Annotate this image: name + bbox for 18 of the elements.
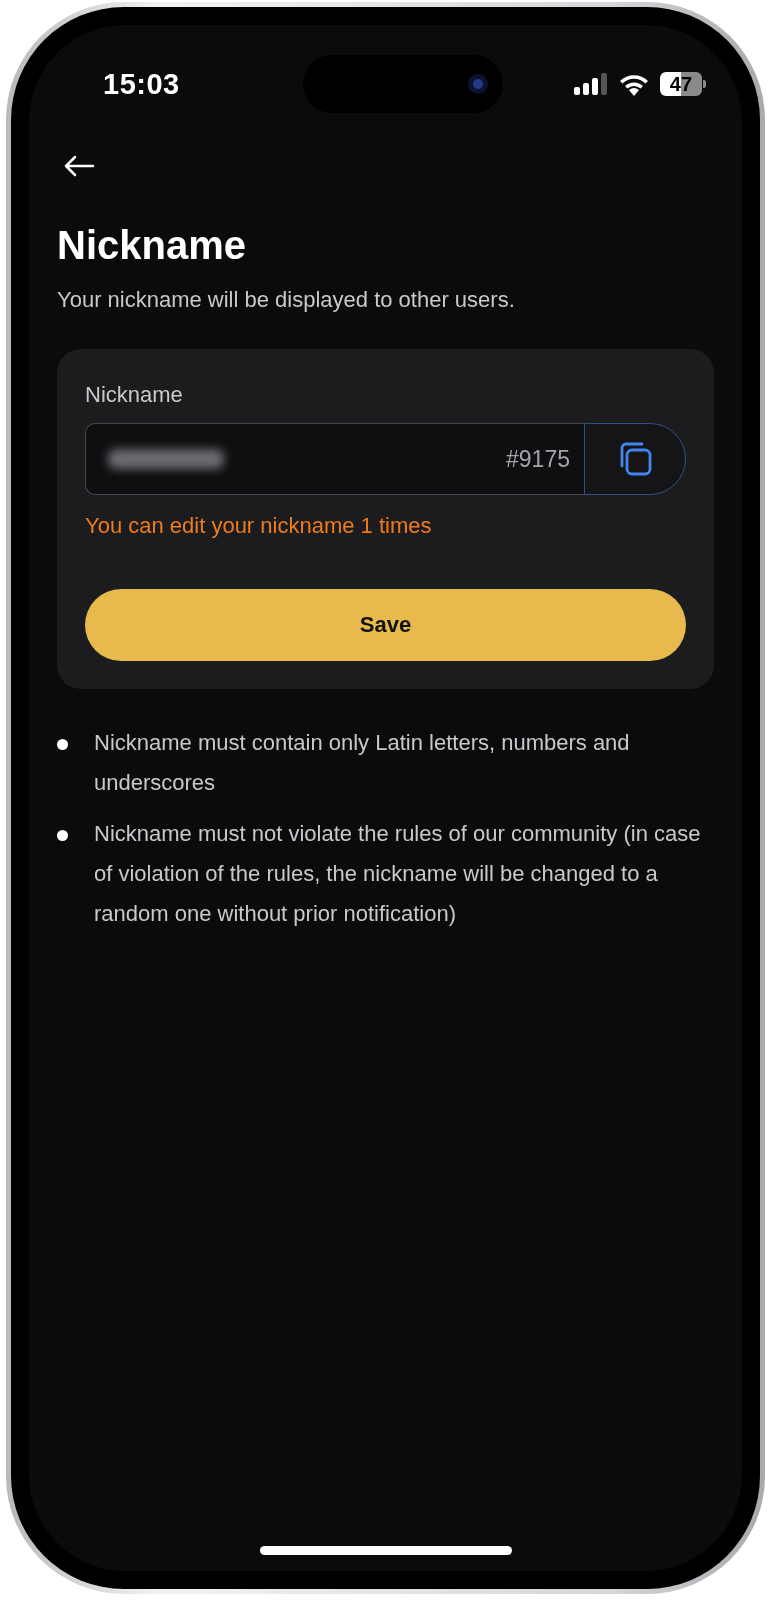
- wifi-icon: [618, 72, 650, 96]
- edit-limit-notice: You can edit your nickname 1 times: [85, 512, 433, 540]
- save-button[interactable]: Save: [85, 589, 686, 661]
- back-arrow-icon: [63, 155, 95, 177]
- field-label: Nickname: [85, 381, 184, 409]
- nickname-tag: #9175: [506, 445, 570, 473]
- bullet-icon: [57, 830, 68, 841]
- back-button[interactable]: [63, 155, 95, 177]
- camera-icon: [466, 73, 489, 95]
- nickname-field[interactable]: #9175: [85, 423, 584, 495]
- page-description: Your nickname will be displayed to other users.: [57, 286, 516, 314]
- rule-text: Nickname must contain only Latin letters, numbers and underscores: [94, 729, 631, 797]
- status-time: 15:03: [103, 67, 180, 101]
- page-title: Nickname: [57, 222, 247, 269]
- copy-button[interactable]: [584, 423, 686, 495]
- bullet-icon: [57, 739, 68, 750]
- signal-icon: [574, 73, 608, 95]
- rule-text: Nickname must not violate the rules of our community (in case of violation of the rules, the nickname will be changed to a random one without prior notification): [94, 820, 702, 928]
